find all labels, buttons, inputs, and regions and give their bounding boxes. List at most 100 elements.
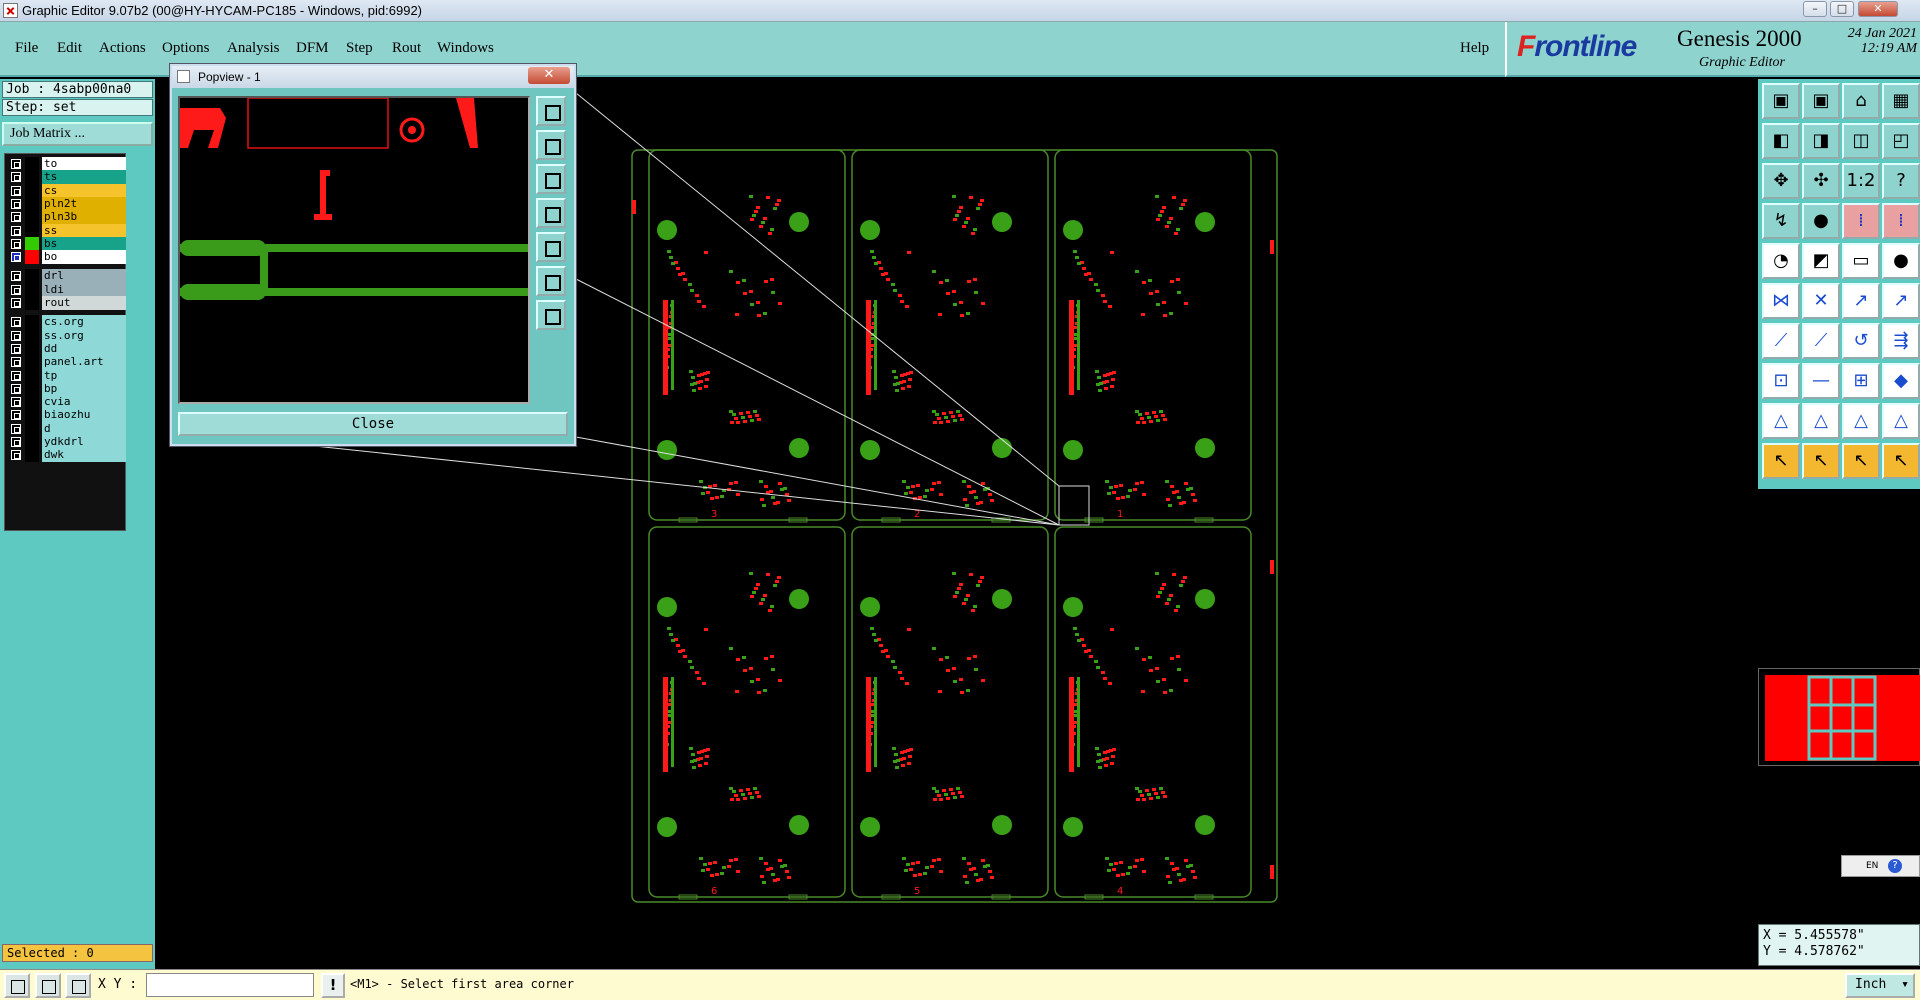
measure-icon[interactable]: ↯ <box>1762 203 1800 239</box>
layer-checkbox[interactable] <box>11 271 21 282</box>
layer-color-swatch[interactable] <box>25 157 39 171</box>
layer-color-swatch[interactable] <box>25 170 39 185</box>
layer-name[interactable]: bs <box>42 236 126 251</box>
popview-close-button[interactable]: Close <box>178 412 568 436</box>
layer-color-swatch[interactable] <box>25 368 39 383</box>
connect-icon[interactable]: ⋈ <box>1762 283 1800 319</box>
delete-net-icon[interactable]: ✕ <box>1802 283 1840 319</box>
pan-left-icon[interactable]: ◧ <box>1762 123 1800 159</box>
fit-icon[interactable]: ✥ <box>1762 163 1800 199</box>
minimize-button[interactable]: – <box>1803 1 1827 17</box>
menu-actions[interactable]: Actions <box>99 40 146 57</box>
layer-color-swatch[interactable] <box>25 435 39 449</box>
popview-pan-left-tool[interactable] <box>536 198 566 228</box>
layout-icon[interactable]: ◰ <box>1882 123 1920 159</box>
unit-selector[interactable]: Inch <box>1845 973 1915 998</box>
pcb-board-3[interactable]: 1 <box>1054 149 1252 523</box>
layer-checkbox[interactable] <box>11 343 21 354</box>
layer-color-swatch[interactable] <box>25 223 39 238</box>
layer-checkbox[interactable] <box>11 330 21 341</box>
home-icon[interactable]: ⌂ <box>1842 83 1880 119</box>
layer-color-swatch[interactable] <box>25 341 39 356</box>
grid-mode-icon[interactable] <box>65 973 91 998</box>
layer-color-swatch[interactable] <box>25 183 39 198</box>
layer-checkbox[interactable] <box>11 225 21 236</box>
layer-checkbox[interactable] <box>11 410 21 421</box>
layer-checkbox[interactable] <box>11 317 21 328</box>
angle-mode-icon[interactable] <box>35 973 61 998</box>
triangle-icon[interactable]: △ <box>1762 403 1800 439</box>
pcb-board-2[interactable]: 2 <box>851 149 1049 523</box>
layer-checkbox[interactable] <box>11 437 21 447</box>
layer-color-swatch[interactable] <box>25 236 39 251</box>
layer-checkbox[interactable] <box>11 450 21 461</box>
pcb-board-1[interactable]: 3 <box>648 149 846 523</box>
camera-icon[interactable]: ◔ <box>1762 243 1800 279</box>
layer-row-ldi[interactable]: ldi <box>8 282 126 297</box>
net-alt-icon[interactable]: ⁞ <box>1882 203 1920 239</box>
menu-dfm[interactable]: DFM <box>296 40 329 57</box>
triangle-box-icon[interactable]: △ <box>1842 403 1880 439</box>
multi-line-icon[interactable]: ⇶ <box>1882 323 1920 359</box>
pad-icon[interactable]: ● <box>1882 243 1920 279</box>
popview-close-x-button[interactable]: ✕ <box>528 67 570 84</box>
layer-row-bp[interactable]: bp <box>8 381 126 396</box>
separator-icon[interactable]: — <box>1802 363 1840 399</box>
layer-row-drl[interactable]: drl <box>8 269 126 284</box>
layer-checkbox[interactable] <box>11 238 21 249</box>
layer-row-panel-art[interactable]: panel.art <box>8 355 126 370</box>
xy-input[interactable] <box>146 973 314 997</box>
window-icon[interactable]: ▦ <box>1882 83 1920 119</box>
layer-color-swatch[interactable] <box>25 315 39 330</box>
language-indicator[interactable]: EN ? <box>1841 855 1920 877</box>
layer-row-dwk[interactable]: dwk <box>8 448 126 463</box>
pcb-board-4[interactable]: 6 <box>648 526 846 900</box>
layer-row-tp[interactable]: tp <box>8 368 126 383</box>
layer-name[interactable]: drl <box>42 269 126 284</box>
layer-row-cs[interactable]: cs <box>8 183 126 198</box>
layer-name[interactable]: to <box>42 157 126 171</box>
layer-row-bo[interactable]: bo <box>8 250 126 265</box>
layer-row-pln2t[interactable]: pln2t <box>8 196 126 211</box>
select-move-icon[interactable]: ↖ <box>1882 443 1920 479</box>
layer-name[interactable]: cvia <box>42 395 126 410</box>
zoom-in-icon[interactable]: ▣ <box>1762 83 1800 119</box>
layer-color-swatch[interactable] <box>25 421 39 436</box>
layer-row-ts[interactable]: ts <box>8 170 126 185</box>
route-alt-icon[interactable]: ↗ <box>1882 283 1920 319</box>
triangle-cap-icon[interactable]: △ <box>1882 403 1920 439</box>
layer-color-swatch[interactable] <box>25 395 39 410</box>
popview-zoom-home-tool[interactable] <box>536 300 566 330</box>
menu-rout[interactable]: Rout <box>392 40 421 57</box>
job-matrix-button[interactable]: Job Matrix ... <box>2 122 153 146</box>
layer-color-swatch[interactable] <box>25 269 39 284</box>
layer-color-swatch[interactable] <box>25 328 39 343</box>
close-window-button[interactable]: ✕ <box>1858 1 1898 17</box>
layer-name[interactable]: cs.org <box>42 315 126 330</box>
ruler-icon[interactable]: ▭ <box>1842 243 1880 279</box>
menu-edit[interactable]: Edit <box>57 40 82 57</box>
menu-analysis[interactable]: Analysis <box>227 40 280 57</box>
layer-checkbox[interactable] <box>11 198 21 209</box>
layer-checkbox[interactable] <box>11 423 21 434</box>
layer-checkbox[interactable] <box>11 284 21 295</box>
layer-row-bs[interactable]: bs <box>8 236 126 251</box>
grid-icon[interactable]: ⊞ <box>1842 363 1880 399</box>
layer-name[interactable]: ts <box>42 170 126 185</box>
line-alt-icon[interactable]: ⟋ <box>1802 323 1840 359</box>
layer-checkbox[interactable] <box>11 298 21 308</box>
pcb-board-5[interactable]: 5 <box>851 526 1049 900</box>
layer-color-swatch[interactable] <box>25 355 39 370</box>
message-icon[interactable]: ! <box>321 973 345 998</box>
pcb-board-6[interactable]: 4 <box>1054 526 1252 900</box>
layer-name[interactable]: pln3b <box>42 210 126 225</box>
maximize-button[interactable]: □ <box>1830 1 1854 17</box>
layer-color-swatch[interactable] <box>25 282 39 297</box>
layer-row-ss-org[interactable]: ss.org <box>8 328 126 343</box>
layer-color-swatch[interactable] <box>25 296 39 310</box>
layer-name[interactable]: dd <box>42 341 126 356</box>
layer-checkbox[interactable] <box>11 383 21 394</box>
layer-name[interactable]: ss.org <box>42 328 126 343</box>
layer-checkbox[interactable] <box>11 172 21 183</box>
layer-row-ydkdrl[interactable]: ydkdrl <box>8 435 126 449</box>
